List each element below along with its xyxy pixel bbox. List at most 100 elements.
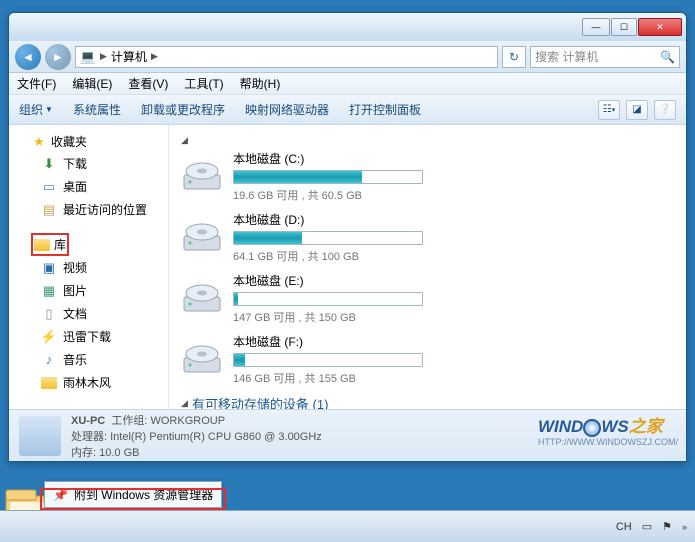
sidebar-item-label: 收藏夹 bbox=[51, 133, 87, 150]
menu-view[interactable]: 查看(V) bbox=[128, 75, 168, 92]
sidebar-item-label: 文档 bbox=[63, 305, 87, 322]
status-label: 内存: bbox=[71, 447, 96, 459]
sidebar-item-thunder[interactable]: ⚡ 迅雷下载 bbox=[13, 325, 164, 348]
computer-icon: 💻 bbox=[80, 49, 96, 65]
help-button[interactable]: ❔ bbox=[654, 100, 676, 120]
tray-flag-icon[interactable]: ⚑ bbox=[662, 520, 672, 533]
drive-info: 146 GB 可用 , 共 155 GB bbox=[233, 370, 423, 386]
close-button[interactable]: ✕ bbox=[638, 18, 682, 36]
organize-button[interactable]: 组织 ▼ bbox=[19, 101, 53, 118]
drive-usage-bar bbox=[233, 231, 423, 245]
removable-devices-section[interactable]: ◢ 有可移动存储的设备 (1) bbox=[181, 394, 674, 409]
back-button[interactable]: ◄ bbox=[15, 44, 41, 70]
desktop-icon: ▭ bbox=[41, 179, 57, 195]
status-value: WORKGROUP bbox=[150, 415, 225, 427]
drive-label: 本地磁盘 (E:) bbox=[233, 272, 423, 289]
sidebar-item-downloads[interactable]: ⬇ 下载 bbox=[13, 152, 164, 175]
refresh-button[interactable]: ↻ bbox=[502, 46, 526, 68]
sidebar-item-music[interactable]: ♪音乐 bbox=[13, 348, 164, 371]
pin-icon: 📌 bbox=[53, 488, 68, 502]
drive-label: 本地磁盘 (C:) bbox=[233, 150, 423, 167]
drive-usage-bar bbox=[233, 353, 423, 367]
sidebar-item-videos[interactable]: ▣ 视频 bbox=[13, 256, 164, 279]
toolbar: 组织 ▼ 系统属性 卸载或更改程序 映射网络驱动器 打开控制面板 ☷ ▾ ◪ ❔ bbox=[9, 95, 686, 125]
section-label: 有可移动存储的设备 (1) bbox=[192, 394, 329, 409]
uninstall-button[interactable]: 卸载或更改程序 bbox=[141, 101, 225, 118]
folder-icon bbox=[41, 375, 57, 391]
drive-usage-bar bbox=[233, 170, 423, 184]
hard-drive-icon bbox=[181, 158, 223, 196]
library-icon bbox=[34, 239, 50, 251]
drive-item[interactable]: 本地磁盘 (E:) 147 GB 可用 , 共 150 GB bbox=[181, 272, 674, 325]
star-icon: ★ bbox=[31, 134, 47, 150]
sidebar-item-recent[interactable]: ▤ 最近访问的位置 bbox=[13, 198, 164, 221]
sidebar-item-label: 图片 bbox=[63, 282, 87, 299]
menu-file[interactable]: 文件(F) bbox=[17, 75, 56, 92]
forward-button[interactable]: ► bbox=[45, 44, 71, 70]
chevron-right-icon: ▶ bbox=[151, 51, 158, 62]
status-label: 处理器: bbox=[71, 431, 107, 443]
sidebar-item-label: 最近访问的位置 bbox=[63, 201, 147, 218]
drive-item[interactable]: 本地磁盘 (C:) 19.6 GB 可用 , 共 60.5 GB bbox=[181, 150, 674, 203]
drive-label: 本地磁盘 (D:) bbox=[233, 211, 423, 228]
sidebar-item-label: 视频 bbox=[63, 259, 87, 276]
menubar: 文件(F) 编辑(E) 查看(V) 工具(T) 帮助(H) bbox=[9, 73, 686, 95]
status-label: 工作组: bbox=[111, 415, 147, 427]
sidebar-item-label: 下载 bbox=[63, 155, 87, 172]
control-panel-button[interactable]: 打开控制面板 bbox=[349, 101, 421, 118]
picture-icon: ▦ bbox=[41, 283, 57, 299]
chevron-right-icon: ▶ bbox=[100, 51, 107, 62]
menu-help[interactable]: 帮助(H) bbox=[240, 75, 281, 92]
computer-name: XU-PC bbox=[71, 415, 105, 427]
drive-label: 本地磁盘 (F:) bbox=[233, 333, 423, 350]
tray-language[interactable]: CH bbox=[616, 521, 632, 533]
sidebar-item-label: 雨林木风 bbox=[63, 374, 111, 391]
thunder-icon: ⚡ bbox=[41, 329, 57, 345]
drive-item[interactable]: 本地磁盘 (F:) 146 GB 可用 , 共 155 GB bbox=[181, 333, 674, 386]
jumplist-pin-item[interactable]: 📌 附到 Windows 资源管理器 bbox=[44, 481, 222, 508]
tray-chevron-icon[interactable]: » bbox=[682, 522, 687, 532]
view-mode-button[interactable]: ☷ ▾ bbox=[598, 100, 620, 120]
sidebar-libraries-group: 库 ▣ 视频 ▦ 图片 ▯ 文档 ⚡ 迅雷下载 ♪音乐 雨林木风 bbox=[13, 233, 164, 394]
tray-network-icon[interactable]: ▭ bbox=[642, 520, 652, 533]
explorer-window: — ☐ ✕ ◄ ► 💻 ▶ 计算机 ▶ ↻ 搜索 计算机 🔍 文件(F) 编辑(… bbox=[8, 12, 687, 462]
sidebar-item-documents[interactable]: ▯ 文档 bbox=[13, 302, 164, 325]
map-drive-button[interactable]: 映射网络驱动器 bbox=[245, 101, 329, 118]
chevron-down-icon[interactable]: ◢ bbox=[181, 135, 674, 146]
recent-icon: ▤ bbox=[41, 202, 57, 218]
download-icon: ⬇ bbox=[41, 156, 57, 172]
window-body: ★ 收藏夹 ⬇ 下载 ▭ 桌面 ▤ 最近访问的位置 库 ▣ 视频 ▦ 图片 ▯ 文档 ⚡ 迅雷… bbox=[9, 125, 686, 409]
drive-info: 64.1 GB 可用 , 共 100 GB bbox=[233, 248, 423, 264]
hard-drive-icon bbox=[181, 280, 223, 318]
computer-icon bbox=[19, 416, 61, 456]
search-input[interactable]: 搜索 计算机 🔍 bbox=[530, 46, 680, 68]
sidebar-item-desktop[interactable]: ▭ 桌面 bbox=[13, 175, 164, 198]
status-value: Intel(R) Pentium(R) CPU G860 @ 3.00GHz bbox=[110, 431, 322, 443]
sidebar-item-label: 迅雷下载 bbox=[63, 328, 111, 345]
document-icon: ▯ bbox=[41, 306, 57, 322]
sidebar-item-ylmf[interactable]: 雨林木风 bbox=[13, 371, 164, 394]
drive-info: 147 GB 可用 , 共 150 GB bbox=[233, 309, 423, 325]
sidebar-libraries-header[interactable]: 库 bbox=[31, 233, 69, 256]
system-properties-button[interactable]: 系统属性 bbox=[73, 101, 121, 118]
sidebar-item-label: 库 bbox=[54, 236, 66, 253]
sidebar-favorites-header[interactable]: ★ 收藏夹 bbox=[13, 131, 164, 152]
menu-edit[interactable]: 编辑(E) bbox=[72, 75, 112, 92]
system-tray: CH ▭ ⚑ » bbox=[616, 520, 687, 533]
sidebar-item-label: 桌面 bbox=[63, 178, 87, 195]
content-pane: ◢ 本地磁盘 (C:) 19.6 GB 可用 , 共 60.5 GB 本地磁盘 (D… bbox=[169, 125, 686, 409]
taskbar: CH ▭ ⚑ » bbox=[0, 510, 695, 542]
watermark: WINDWS之家 HTTP://WWW.WINDOWSZJ.COM/ bbox=[538, 412, 678, 447]
menu-tools[interactable]: 工具(T) bbox=[184, 75, 223, 92]
drive-item[interactable]: 本地磁盘 (D:) 64.1 GB 可用 , 共 100 GB bbox=[181, 211, 674, 264]
breadcrumb[interactable]: 💻 ▶ 计算机 ▶ bbox=[75, 46, 498, 68]
minimize-button[interactable]: — bbox=[582, 18, 610, 36]
sidebar-item-pictures[interactable]: ▦ 图片 bbox=[13, 279, 164, 302]
drive-usage-bar bbox=[233, 292, 423, 306]
hard-drive-icon bbox=[181, 341, 223, 379]
preview-pane-button[interactable]: ◪ bbox=[626, 100, 648, 120]
maximize-button[interactable]: ☐ bbox=[611, 18, 637, 36]
video-icon: ▣ bbox=[41, 260, 57, 276]
titlebar: — ☐ ✕ bbox=[9, 13, 686, 41]
drive-info: 19.6 GB 可用 , 共 60.5 GB bbox=[233, 187, 423, 203]
